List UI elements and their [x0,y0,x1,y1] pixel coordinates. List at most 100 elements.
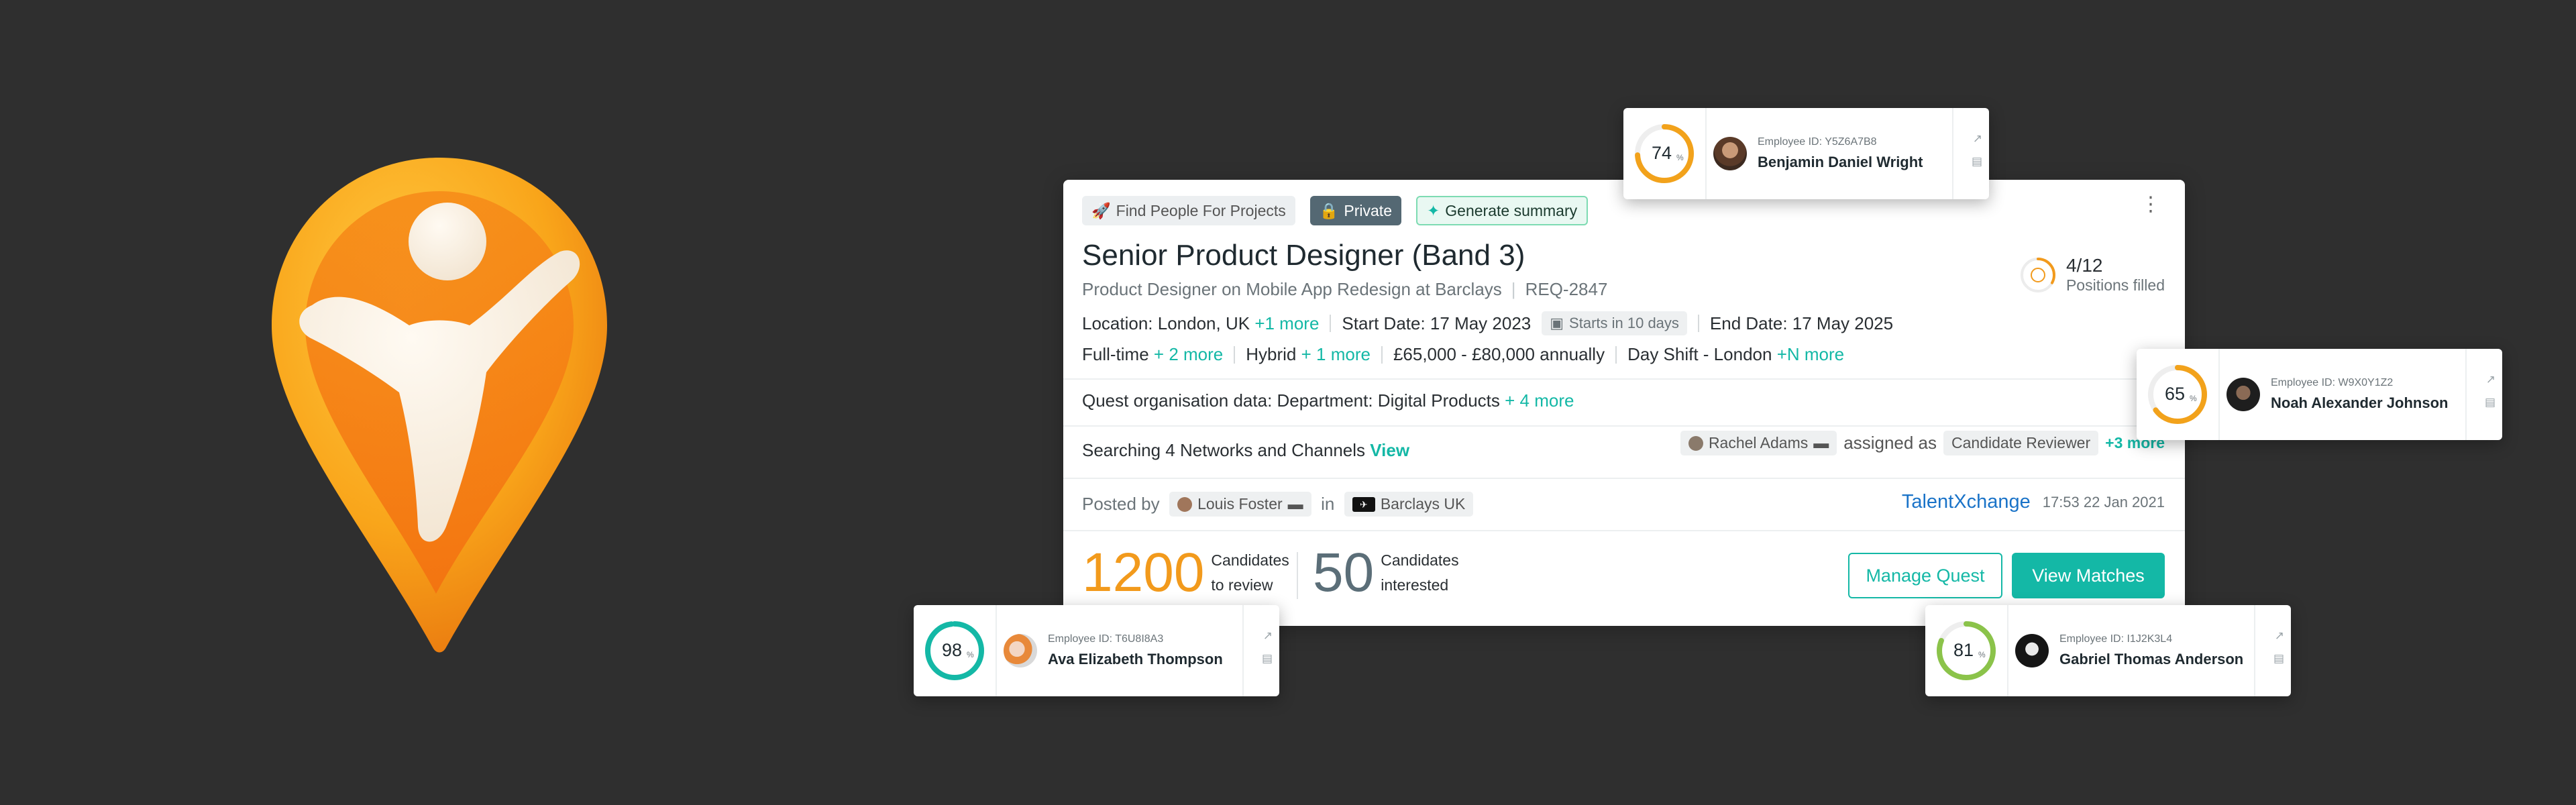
employment-more-link[interactable]: + 2 more [1154,344,1223,365]
match-score-unit: % [1978,650,1986,659]
org-data-row: Quest organisation data: Department: Dig… [1082,390,1574,411]
company-chip[interactable]: ✈ Barclays UK [1344,492,1474,517]
location: Location: London, UK [1082,313,1250,333]
candidate-card[interactable]: 65 % Employee ID: W9X0Y1Z2 Noah Alexande… [2137,349,2502,440]
match-score-value: 74 [1652,143,1672,163]
assignee-name: Rachel Adams [1708,434,1809,451]
project-description: Product Designer on Mobile App Redesign … [1082,279,1502,299]
divider [1705,108,1707,199]
poster-chip[interactable]: Louis Foster ▬ [1169,492,1311,517]
positions-label: Positions filled [2065,276,2165,294]
source-link[interactable]: TalentXchange [1902,491,2031,513]
shift-more-link[interactable]: +N more [1777,344,1844,365]
divider [1063,425,2185,427]
chat-icon[interactable]: ▤ [2273,652,2284,665]
candidate-card[interactable]: 98 % Employee ID: T6U8I8A3 Ava Elizabeth… [914,605,1279,696]
searching-networks: Searching 4 Networks and Channels [1082,440,1366,460]
avatar [2015,634,2049,667]
chat-icon[interactable]: ▬ [1288,495,1303,513]
interested-label-line2: interested [1381,576,1449,594]
employment-type: Full-time [1082,344,1149,364]
starts-in-badge: ▣ Starts in 10 days [1542,311,1687,335]
quest-card: 🚀 Find People For Projects 🔒 Private ✦ G… [1063,180,2185,626]
start-date: Start Date: 17 May 2023 [1342,313,1532,333]
lock-icon: 🔒 [1319,201,1339,219]
assignment-row: Rachel Adams ▬ assigned as Candidate Rev… [1680,431,2165,455]
employee-id: Employee ID: W9X0Y1Z2 [2271,377,2394,388]
private-chip[interactable]: 🔒 Private [1309,196,1401,225]
location-more-link[interactable]: +1 more [1254,313,1319,334]
source-row: TalentXchange 17:53 22 Jan 2021 [1902,491,2165,513]
candidates-interested-stat: 50 Candidates interested [1313,545,1459,600]
avatar [1688,435,1703,451]
divider [996,605,997,696]
match-score-ring: 74 % [1635,124,1694,183]
divider [2218,349,2220,440]
find-people-label: Find People For Projects [1116,201,1286,219]
candidate-name: Benjamin Daniel Wright [1758,154,1923,170]
employee-id: Employee ID: Y5Z6A7B8 [1758,136,1877,148]
employee-id: Employee ID: I1J2K3L4 [2059,633,2173,645]
avatar [1713,137,1747,170]
match-score-unit: % [2190,394,2197,403]
role-chip: Candidate Reviewer [1943,431,2099,455]
open-profile-icon[interactable]: ↗ [2486,373,2496,386]
work-mode-more-link[interactable]: + 1 more [1301,344,1371,365]
candidate-card[interactable]: 74 % Employee ID: Y5Z6A7B8 Benjamin Dani… [1623,108,1989,199]
review-count: 1200 [1082,542,1205,603]
posted-by-row: Posted by Louis Foster ▬ in ✈ Barclays U… [1082,492,1474,517]
quest-meta-row-2: Full-time + 2 more Hybrid + 1 more £65,0… [1082,344,1844,365]
divider [1063,530,2185,531]
positions-progress-ring [2020,257,2055,292]
view-networks-link[interactable]: View [1370,440,1409,461]
calendar-icon: ▣ [1550,315,1564,331]
chat-icon[interactable]: ▤ [1972,155,1982,168]
chat-icon[interactable]: ▤ [2485,396,2496,409]
chat-icon[interactable]: ▤ [1262,652,1273,665]
org-data: Quest organisation data: Department: Dig… [1082,390,1500,411]
quest-title: Senior Product Designer (Band 3) [1082,239,1525,272]
candidate-card[interactable]: 81 % Employee ID: I1J2K3L4 Gabriel Thoma… [1925,605,2291,696]
avatar [1177,496,1193,512]
candidate-name: Noah Alexander Johnson [2271,394,2449,411]
match-score-ring: 81 % [1937,621,1996,680]
private-label: Private [1344,201,1392,219]
match-score-ring: 98 % [925,621,984,680]
end-date: End Date: 17 May 2025 [1709,313,1894,333]
positions-filled: 4/12 Positions filled [2019,255,2165,294]
employee-id: Employee ID: T6U8I8A3 [1048,633,1164,645]
open-profile-icon[interactable]: ↗ [1973,132,1982,146]
avatar [1004,634,1037,667]
chat-icon[interactable]: ▬ [1813,434,1829,452]
work-mode: Hybrid [1246,344,1297,364]
divider [1952,108,1953,199]
sparkle-icon: ✦ [1427,201,1440,219]
posted-by-label: Posted by [1082,494,1160,514]
more-options-icon[interactable]: ⋮ [2141,195,2161,215]
find-people-chip[interactable]: 🚀 Find People For Projects [1082,196,1295,225]
divider [1063,478,2185,479]
manage-quest-button[interactable]: Manage Quest [1848,553,2002,598]
view-matches-button[interactable]: View Matches [2012,553,2165,598]
match-score-value: 81 [1953,640,1974,660]
assigned-as-label: assigned as [1843,433,1937,453]
avatar [2226,378,2260,411]
org-more-link[interactable]: + 4 more [1505,390,1574,411]
quest-meta-row-1: Location: London, UK +1 more Start Date:… [1082,311,1893,335]
assignee-chip[interactable]: Rachel Adams ▬ [1680,431,1837,455]
match-score-value: 65 [2165,384,2185,404]
quest-chips: 🚀 Find People For Projects 🔒 Private ✦ G… [1082,196,1589,225]
open-profile-icon[interactable]: ↗ [2275,629,2284,643]
rocket-icon: 🚀 [1091,201,1111,219]
match-score-unit: % [967,650,974,659]
searching-row: Searching 4 Networks and Channels View [1082,440,1409,461]
company-name: Barclays UK [1380,495,1466,513]
match-score-ring: 65 % [2148,365,2207,424]
open-profile-icon[interactable]: ↗ [1263,629,1273,643]
generate-summary-label: Generate summary [1445,201,1578,219]
positions-value: 4/12 [2065,255,2103,276]
barclays-logo-icon: ✈ [1352,496,1375,512]
requisition-id: REQ-2847 [1525,279,1608,299]
generate-summary-button[interactable]: ✦ Generate summary [1416,196,1589,225]
review-label-line1: Candidates [1211,551,1289,570]
